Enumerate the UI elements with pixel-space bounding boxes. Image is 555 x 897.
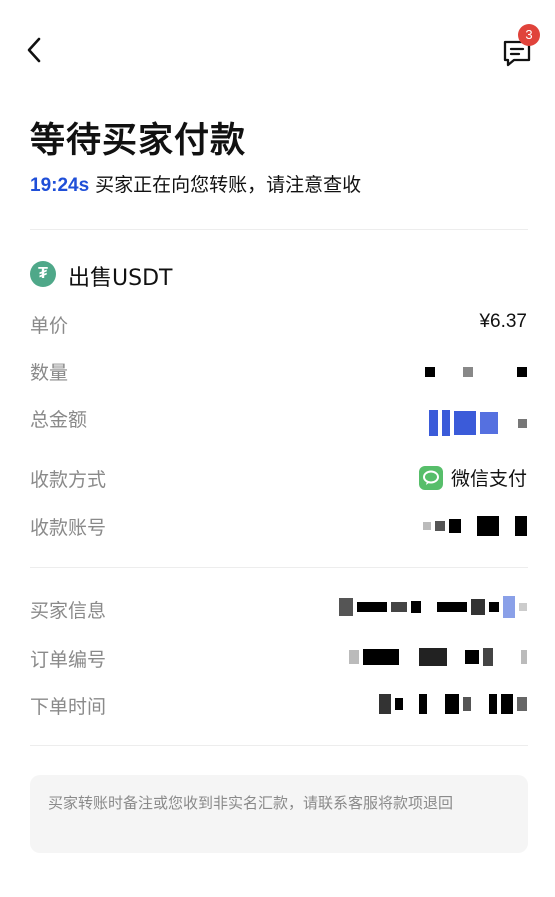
countdown-timer: 19:24s xyxy=(30,175,90,196)
chevron-left-icon xyxy=(27,37,41,63)
payment-method-label: 收款方式 xyxy=(30,469,107,491)
buyer-info-masked xyxy=(339,594,527,620)
unread-badge: 3 xyxy=(518,24,540,46)
messages-button[interactable]: 3 xyxy=(500,24,540,67)
payment-method: 微信支付 xyxy=(418,464,527,491)
divider xyxy=(30,567,528,568)
tether-icon: ₮ xyxy=(30,261,56,287)
order-time-masked xyxy=(379,691,527,717)
page-title: 等待买家付款 xyxy=(30,121,247,161)
total-value-masked xyxy=(429,408,527,438)
order-no-masked xyxy=(349,644,527,670)
sell-title: 出售USDT xyxy=(68,266,173,291)
back-button[interactable] xyxy=(22,34,50,66)
account-value-masked xyxy=(423,513,527,539)
order-no-label: 订单编号 xyxy=(30,649,107,671)
status-message: 买家正在向您转账，请注意查收 xyxy=(95,174,362,196)
refund-notice: 买家转账时备注或您收到非实名汇款，请联系客服将款项退回 xyxy=(30,775,528,853)
order-time-label: 下单时间 xyxy=(30,696,107,718)
account-label: 收款账号 xyxy=(30,517,107,539)
buyer-info-label: 买家信息 xyxy=(30,600,107,622)
price-label: 单价 xyxy=(30,315,69,337)
quantity-label: 数量 xyxy=(30,362,69,384)
price-value: ¥6.37 xyxy=(479,311,527,332)
divider xyxy=(30,745,528,746)
wechat-pay-icon xyxy=(418,465,443,490)
quantity-value-masked xyxy=(425,359,527,385)
payment-method-value: 微信支付 xyxy=(450,468,527,490)
divider xyxy=(30,229,528,230)
status-subtitle: 19:24s 买家正在向您转账，请注意查收 xyxy=(30,170,361,197)
total-label: 总金额 xyxy=(30,409,88,431)
